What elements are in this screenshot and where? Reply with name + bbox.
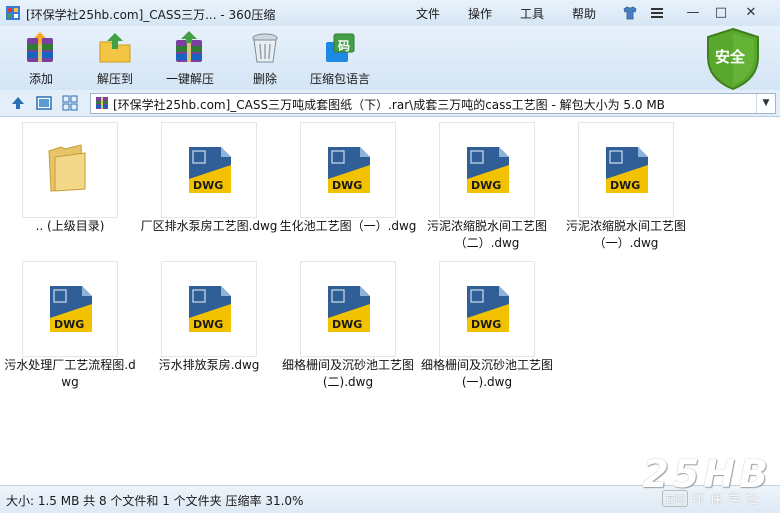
file-item[interactable]: DWG 污泥浓缩脱水间工艺图（二）.dwg xyxy=(417,117,557,255)
dwg-file-icon: DWG xyxy=(328,286,370,332)
file-name: 污泥浓缩脱水间工艺图（二）.dwg xyxy=(426,219,547,250)
file-view: .. (上级目录) DWG 厂区排水泵房工艺图.dwg DWG 生化池工艺图（一… xyxy=(0,117,780,485)
file-tile xyxy=(22,122,118,218)
title-bar: [环保学社25hb.com]_CASS三万... - 360压缩 文件 操作 工… xyxy=(0,0,780,27)
app-icon xyxy=(6,6,20,20)
site-watermark: 25HB 官网 环保学社 xyxy=(604,452,774,508)
file-item[interactable]: DWG 细格栅间及沉砂池工艺图(二).dwg xyxy=(278,256,418,394)
menu-help[interactable]: 帮助 xyxy=(572,5,596,22)
file-item[interactable]: DWG 污泥浓缩脱水间工艺图（一）.dwg xyxy=(556,117,696,255)
file-tile: DWG xyxy=(439,261,535,357)
file-item[interactable]: DWG 细格栅间及沉砂池工艺图(一).dwg xyxy=(417,256,557,394)
dwg-file-icon: DWG xyxy=(467,286,509,332)
menu-operate[interactable]: 操作 xyxy=(468,5,492,22)
one-click-extract-button[interactable]: 一键解压 xyxy=(155,28,225,88)
menu-lines-icon[interactable] xyxy=(650,7,664,19)
dwg-file-icon: DWG xyxy=(50,286,92,332)
file-name: 污水处理厂工艺流程图.dwg xyxy=(4,358,136,389)
dwg-file-icon: DWG xyxy=(328,147,370,193)
archive-language-label: 压缩包语言 xyxy=(309,72,370,86)
file-name: 污泥浓缩脱水间工艺图（一）.dwg xyxy=(565,219,686,250)
one-click-extract-icon xyxy=(176,31,202,62)
file-item[interactable]: DWG 厂区排水泵房工艺图.dwg xyxy=(139,117,279,255)
window-title: [环保学社25hb.com]_CASS三万... - 360压缩 xyxy=(26,8,276,22)
one-click-extract-label: 一键解压 xyxy=(165,72,214,86)
extract-to-label: 解压到 xyxy=(96,72,133,86)
close-button[interactable]: ✕ xyxy=(740,4,762,22)
address-path: [环保学社25hb.com]_CASS三万吨成套图纸（下）.rar\成套三万吨的… xyxy=(113,98,665,112)
file-tile: DWG xyxy=(300,122,396,218)
dwg-badge-text: DWG xyxy=(471,179,501,192)
dwg-badge-text: DWG xyxy=(54,318,84,331)
delete-label: 删除 xyxy=(252,72,277,86)
dwg-badge-text: DWG xyxy=(332,318,362,331)
file-tile: DWG xyxy=(161,261,257,357)
language-badge: 码 xyxy=(338,39,351,53)
skin-shirt-icon[interactable] xyxy=(622,5,638,21)
dwg-file-icon: DWG xyxy=(189,286,231,332)
file-name: .. (上级目录) xyxy=(35,219,105,233)
dwg-file-icon: DWG xyxy=(467,147,509,193)
security-shield[interactable]: 安全 xyxy=(703,27,763,91)
extract-to-button[interactable]: 解压到 xyxy=(80,28,150,88)
dwg-file-icon: DWG xyxy=(189,147,231,193)
file-name: 生化池工艺图（一）.dwg xyxy=(279,219,417,233)
toolbar: 添加 解压到 一键解压 删除 码 压缩包语言 xyxy=(0,26,780,90)
file-name: 厂区排水泵房工艺图.dwg xyxy=(140,219,278,233)
file-tile: DWG xyxy=(161,122,257,218)
dwg-badge-text: DWG xyxy=(193,318,223,331)
watermark-subtitle: 官网 环保学社 xyxy=(661,490,764,507)
minimize-button[interactable]: — xyxy=(682,4,704,22)
watermark-tag: 官网 xyxy=(661,490,688,507)
file-name: 细格栅间及沉砂池工艺图(一).dwg xyxy=(420,358,553,389)
menu-file[interactable]: 文件 xyxy=(416,5,440,22)
dwg-badge-text: DWG xyxy=(332,179,362,192)
dwg-badge-text: DWG xyxy=(193,179,223,192)
menu-tools[interactable]: 工具 xyxy=(520,5,544,22)
thumbnail-view-icon[interactable] xyxy=(62,95,78,111)
file-tile: DWG xyxy=(578,122,674,218)
file-tile: DWG xyxy=(22,261,118,357)
folder-icon xyxy=(48,144,86,192)
dwg-badge-text: DWG xyxy=(610,179,640,192)
archive-language-button[interactable]: 码 压缩包语言 xyxy=(305,28,375,88)
status-text: 大小: 1.5 MB 共 8 个文件和 1 个文件夹 压缩率 31.0% xyxy=(6,494,304,508)
extract-to-icon xyxy=(99,33,131,63)
file-item[interactable]: DWG 污水处理厂工艺流程图.dwg xyxy=(0,256,140,394)
add-archive-icon xyxy=(27,32,53,62)
address-bar[interactable]: [环保学社25hb.com]_CASS三万吨成套图纸（下）.rar\成套三万吨的… xyxy=(90,93,776,114)
up-arrow-icon[interactable] xyxy=(10,95,26,111)
maximize-button[interactable]: □ xyxy=(710,4,732,22)
trash-icon xyxy=(252,33,278,63)
archive-icon xyxy=(96,97,108,109)
file-item-parent-folder[interactable]: .. (上级目录) xyxy=(0,117,140,255)
address-row: [环保学社25hb.com]_CASS三万吨成套图纸（下）.rar\成套三万吨的… xyxy=(0,90,780,117)
dwg-file-icon: DWG xyxy=(606,147,648,193)
add-button[interactable]: 添加 xyxy=(6,28,76,88)
details-view-icon[interactable] xyxy=(36,95,52,111)
add-label: 添加 xyxy=(28,72,53,86)
file-item[interactable]: DWG 污水排放泵房.dwg xyxy=(139,256,279,394)
file-name: 污水排放泵房.dwg xyxy=(158,358,260,372)
delete-button[interactable]: 删除 xyxy=(230,28,300,88)
address-dropdown-icon[interactable]: ▼ xyxy=(756,94,775,113)
file-name: 细格栅间及沉砂池工艺图(二).dwg xyxy=(281,358,414,389)
watermark-site-name: 环保学社 xyxy=(691,492,764,506)
security-label: 安全 xyxy=(715,48,746,66)
dwg-badge-text: DWG xyxy=(471,318,501,331)
file-tile: DWG xyxy=(300,261,396,357)
file-item[interactable]: DWG 生化池工艺图（一）.dwg xyxy=(278,117,418,255)
file-tile: DWG xyxy=(439,122,535,218)
